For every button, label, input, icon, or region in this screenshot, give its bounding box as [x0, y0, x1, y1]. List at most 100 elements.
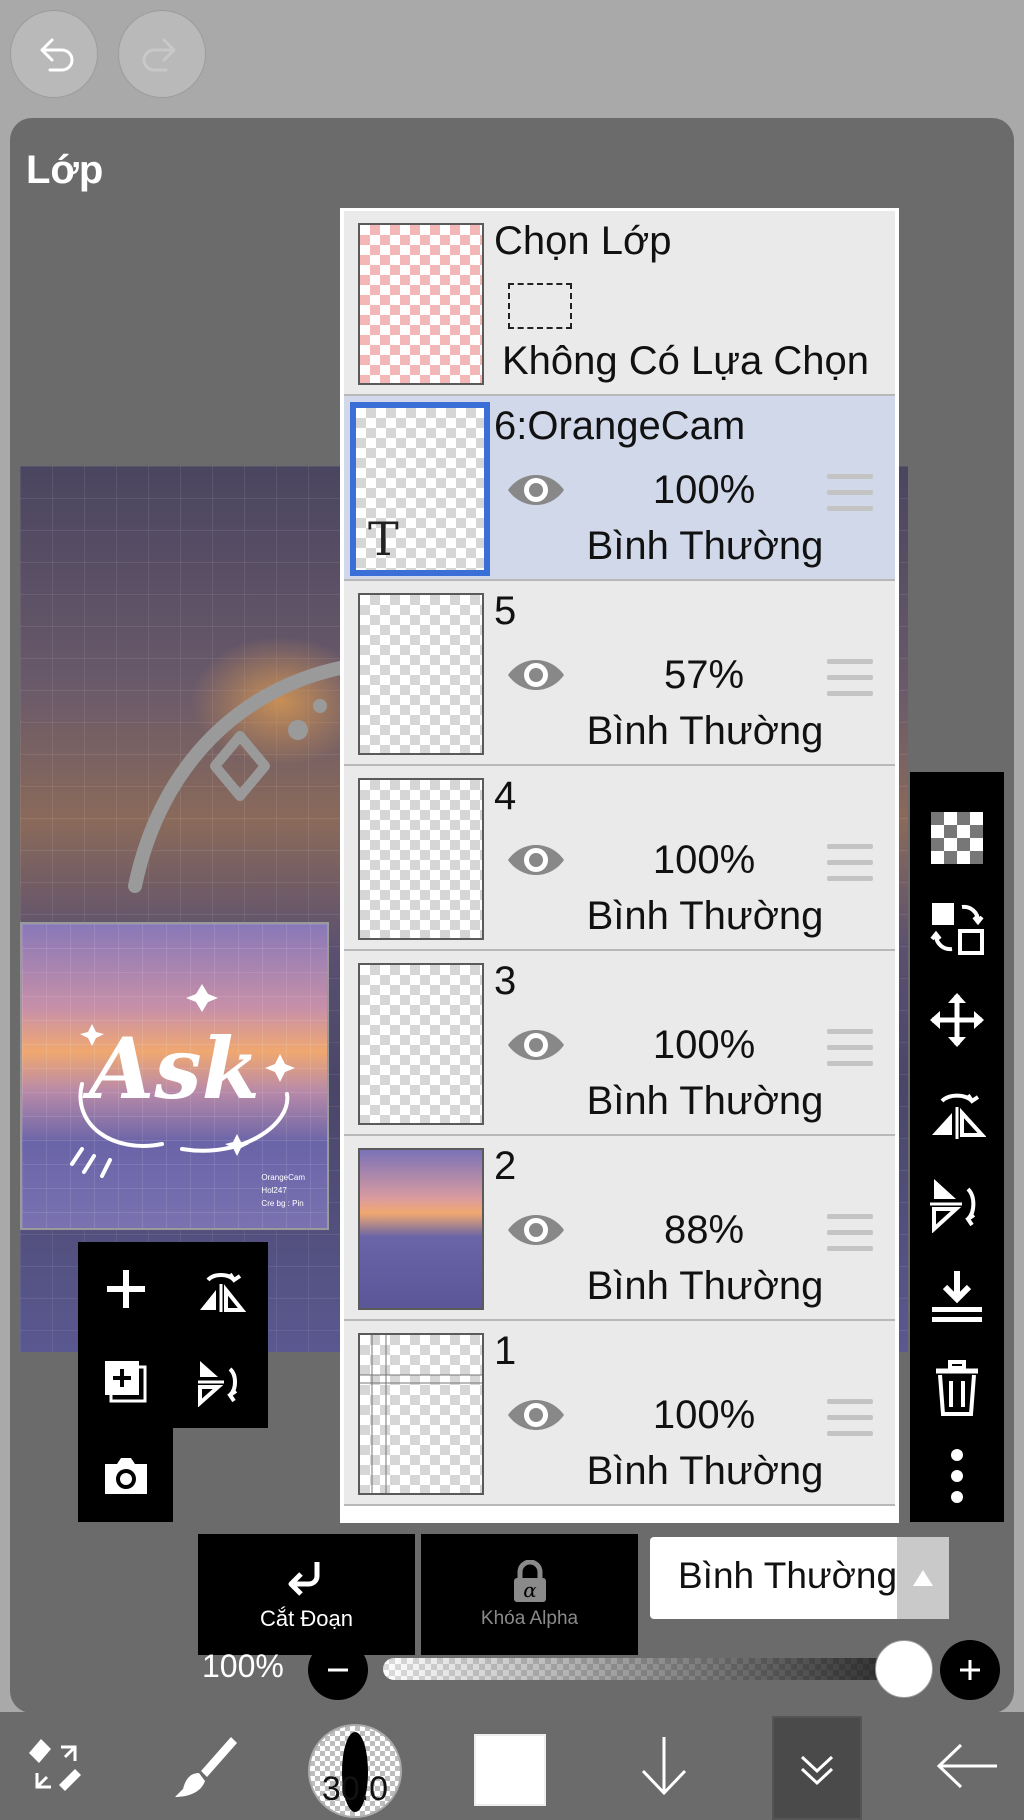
duplicate-layer-button[interactable]	[78, 1335, 173, 1428]
merge-down-button[interactable]	[910, 1250, 1004, 1342]
layers-button[interactable]	[772, 1716, 862, 1820]
opacity-increase-button[interactable]	[940, 1640, 1000, 1700]
canvas-thumbnail[interactable]: Ask OrangeCam Hol247 Cre bg : Pin	[20, 922, 329, 1230]
visibility-eye-icon[interactable]	[504, 653, 568, 697]
transform-icon	[29, 1739, 81, 1791]
arrow-down-icon	[641, 1737, 687, 1796]
flip-vertical-icon	[930, 1179, 976, 1233]
layer-name: 6:OrangeCam	[494, 404, 746, 448]
layer-row[interactable]: T 6:OrangeCam 100% Bình Thường	[344, 396, 895, 581]
brush-icon	[175, 1737, 237, 1797]
blend-mode-value: Bình Thường	[678, 1555, 898, 1596]
undo-button[interactable]	[10, 10, 98, 98]
visibility-eye-icon[interactable]	[504, 1208, 568, 1252]
more-icon	[951, 1449, 963, 1503]
credit-line: OrangeCam	[261, 1173, 305, 1182]
layer-name: 2	[494, 1144, 517, 1188]
add-layer-icon	[106, 1269, 145, 1308]
layer-opacity: 100%	[652, 838, 756, 882]
merge-down-icon	[932, 1271, 982, 1322]
credit-line: Hol247	[261, 1186, 287, 1195]
alpha-symbol: α	[523, 1578, 537, 1602]
color-swatch[interactable]	[474, 1734, 546, 1806]
grid-lines	[360, 1335, 482, 1493]
layer-name: 3	[494, 959, 517, 1003]
layer-list: Chọn Lớp Không Có Lựa Chọn T 6:OrangeCam…	[340, 208, 899, 1523]
panel-title: Lớp	[26, 148, 104, 192]
layer-row[interactable]: 3 100% Bình Thường	[344, 951, 895, 1136]
layer-thumbnail	[358, 1148, 484, 1310]
transform-button[interactable]	[16, 1712, 96, 1820]
drag-handle-icon[interactable]	[827, 1399, 873, 1437]
text-layer-icon: T	[368, 512, 399, 566]
layer-row[interactable]: 4 100% Bình Thường	[344, 766, 895, 951]
brush-size-button[interactable]: 30.0	[308, 1724, 402, 1818]
drag-handle-icon[interactable]	[827, 474, 873, 512]
visibility-eye-icon[interactable]	[504, 468, 568, 512]
layers-chevron-icon	[800, 1755, 834, 1786]
layer-thumbnail	[358, 593, 484, 755]
drag-handle-icon[interactable]	[827, 659, 873, 697]
camera-icon	[104, 1457, 147, 1494]
layer-swap-icon	[930, 903, 984, 955]
undo-icon	[40, 38, 74, 72]
add-layer-button[interactable]	[78, 1242, 173, 1335]
visibility-eye-icon[interactable]	[504, 1393, 568, 1437]
clipping-label: Cắt Đoạn	[260, 1605, 353, 1631]
layer-thumbnail	[358, 778, 484, 940]
plus-icon	[960, 1660, 980, 1680]
layer-opacity: 100%	[652, 468, 756, 512]
move-button[interactable]	[910, 974, 1004, 1066]
drag-handle-icon[interactable]	[827, 844, 873, 882]
drag-handle-icon[interactable]	[827, 1214, 873, 1252]
flip-layer-button[interactable]	[173, 1242, 268, 1335]
selection-layer-row[interactable]: Chọn Lớp Không Có Lựa Chọn	[344, 211, 895, 396]
layer-opacity: 100%	[652, 1023, 756, 1067]
layer-thumbnail	[358, 1333, 484, 1495]
layer-blend-mode: Bình Thường	[586, 1079, 824, 1123]
flip-horizontal-button[interactable]	[910, 1066, 1004, 1158]
layer-row[interactable]: 5 57% Bình Thường	[344, 581, 895, 766]
opacity-decrease-button[interactable]	[308, 1640, 368, 1700]
drag-handle-icon[interactable]	[827, 1029, 873, 1067]
layer-name: 5	[494, 589, 517, 633]
back-button[interactable]	[928, 1712, 1008, 1820]
transparency-icon	[931, 812, 983, 864]
opacity-slider-knob[interactable]	[875, 1640, 933, 1698]
duplicate-layer-icon	[104, 1360, 146, 1402]
delete-layer-button[interactable]	[910, 1342, 1004, 1434]
visibility-eye-icon[interactable]	[504, 1023, 568, 1067]
redo-button[interactable]	[118, 10, 206, 98]
alpha-lock-label: Khóa Alpha	[480, 1607, 579, 1629]
selection-layer-title: Chọn Lớp	[494, 219, 672, 263]
move-icon	[930, 993, 984, 1047]
selection-status: Không Có Lựa Chọn	[502, 339, 870, 383]
flip-vertical-button[interactable]	[910, 1158, 1004, 1250]
layer-blend-mode: Bình Thường	[586, 1449, 824, 1493]
layer-row[interactable]: 1 100% Bình Thường	[344, 1321, 895, 1506]
back-icon	[936, 1743, 997, 1789]
layer-opacity: 57%	[663, 653, 745, 697]
visibility-eye-icon[interactable]	[504, 838, 568, 882]
brush-tool-button[interactable]	[166, 1712, 246, 1820]
blend-mode-arrow[interactable]	[897, 1537, 949, 1619]
selection-layer-thumbnail	[358, 223, 484, 385]
blend-mode-select[interactable]: Bình Thường	[650, 1537, 949, 1619]
rotate-layer-button[interactable]	[173, 1335, 268, 1428]
selection-marquee-icon	[508, 283, 572, 329]
more-options-button[interactable]	[910, 1430, 1004, 1522]
layer-blend-mode: Bình Thường	[586, 709, 824, 753]
arrow-down-button[interactable]	[624, 1712, 704, 1820]
clipping-button[interactable]: Cắt Đoạn	[198, 1534, 415, 1655]
opacity-value: 100%	[202, 1648, 284, 1684]
camera-button[interactable]	[78, 1428, 173, 1521]
layer-row[interactable]: 2 88% Bình Thường	[344, 1136, 895, 1321]
alpha-lock-button[interactable]: α Khóa Alpha	[421, 1534, 638, 1655]
thumbnail-credit: OrangeCam Hol247 Cre bg : Pin	[261, 1171, 305, 1210]
bottom-toolbar: 30.0	[0, 1712, 1024, 1820]
layer-swap-button[interactable]	[910, 882, 1004, 974]
layer-thumbnail: T	[350, 402, 490, 576]
opacity-slider[interactable]	[383, 1658, 915, 1680]
transparency-button[interactable]	[910, 792, 1004, 884]
triangle-up-icon	[913, 1570, 933, 1586]
